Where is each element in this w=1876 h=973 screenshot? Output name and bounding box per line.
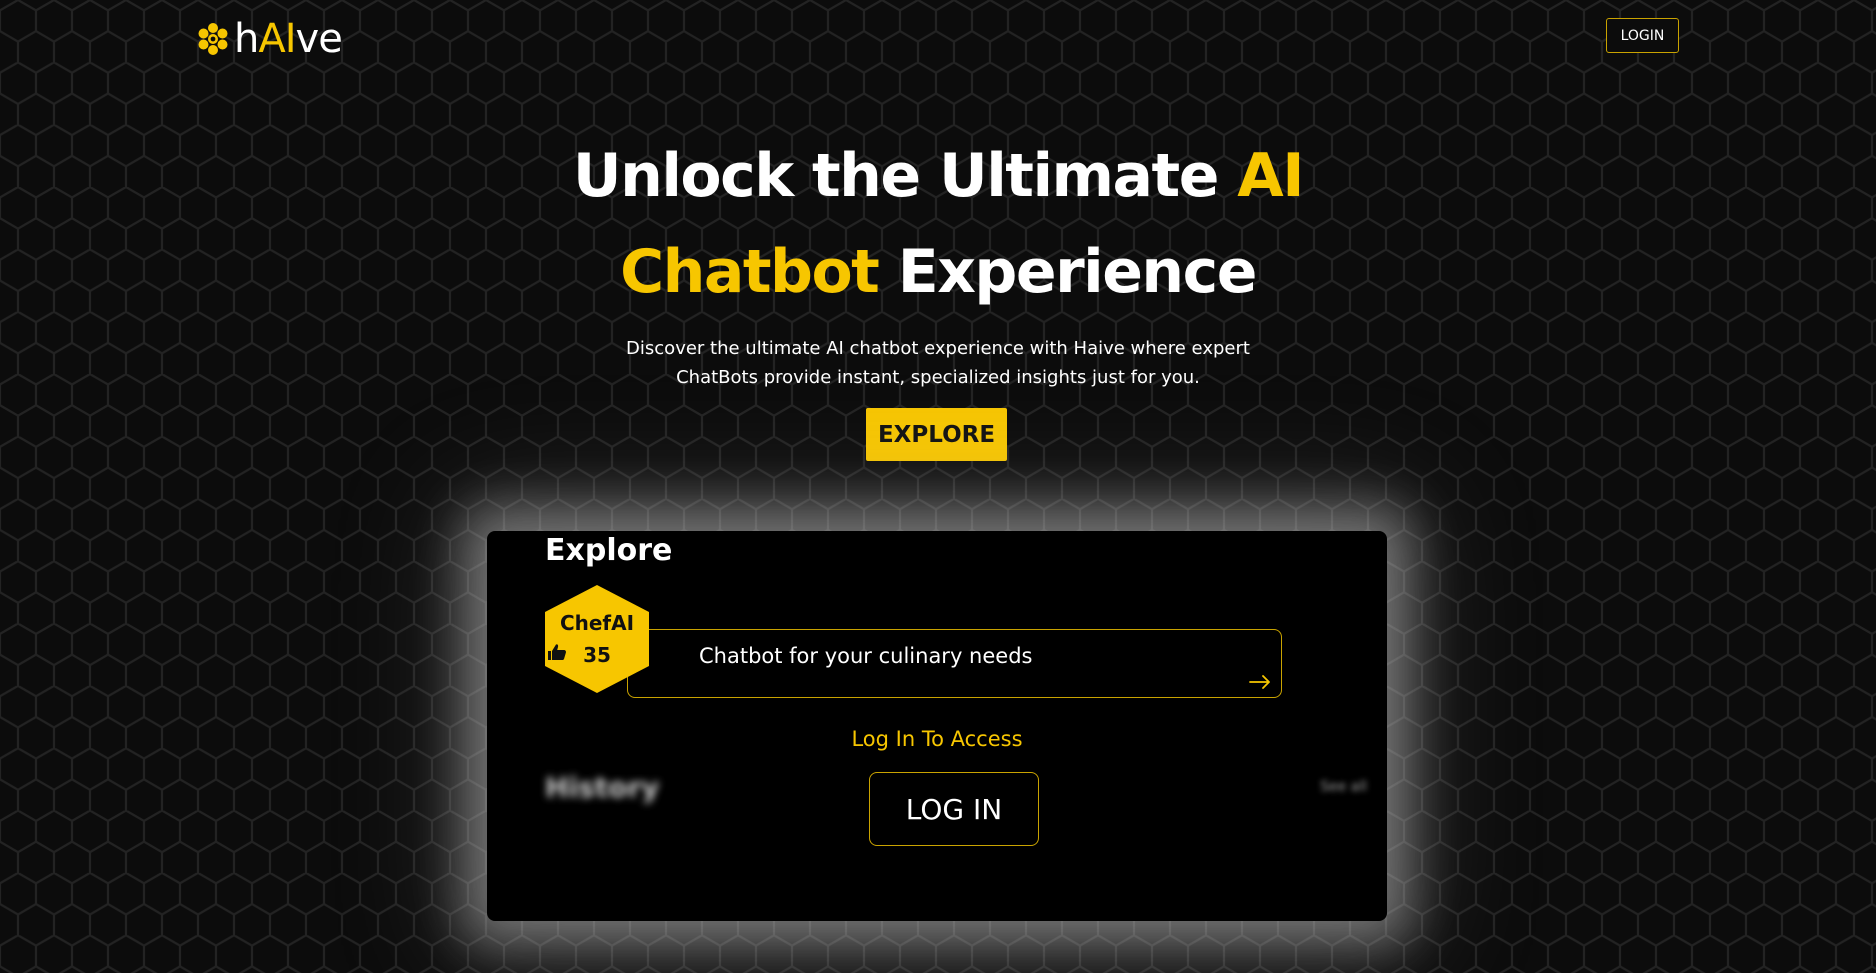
explore-panel: Explore Chatbot for your culinary needs …: [487, 531, 1387, 921]
landing-page: hAIve LOGIN Unlock the Ultimate AI Chatb…: [0, 0, 1876, 973]
hero-title-part1: Unlock the Ultimate: [572, 141, 1238, 211]
chatbot-name: ChefAI: [559, 611, 635, 635]
chatbot-likes: 35: [545, 643, 649, 667]
hero-title-line1: Unlock the Ultimate AI: [0, 128, 1876, 224]
header-login-button[interactable]: LOGIN: [1606, 18, 1679, 53]
see-all-link[interactable]: See all: [1320, 779, 1367, 795]
logo-text: hAIve: [234, 16, 343, 62]
likes-count: 35: [583, 643, 611, 667]
hero-title: Unlock the Ultimate AI Chatbot Experienc…: [0, 128, 1876, 320]
logo[interactable]: hAIve: [196, 14, 343, 64]
chatbot-hex-badge[interactable]: ChefAI 35: [545, 585, 649, 693]
chatbot-card[interactable]: Chatbot for your culinary needs: [627, 629, 1282, 698]
thumbs-up-icon: [548, 644, 566, 660]
hero-subtitle: Discover the ultimate AI chatbot experie…: [0, 334, 1876, 392]
panel-login-button[interactable]: LOG IN: [869, 772, 1039, 846]
hero-title-highlight-chatbot: Chatbot: [620, 237, 880, 307]
hero-title-line2: Chatbot Experience: [0, 224, 1876, 320]
hexagon-shape: [545, 585, 649, 693]
logo-highlight: AI: [258, 16, 296, 62]
history-heading: History: [545, 771, 660, 804]
chatbot-description: Chatbot for your culinary needs: [699, 644, 1033, 668]
login-to-access-text: Log In To Access: [851, 727, 1023, 751]
explore-button[interactable]: EXPLORE: [866, 408, 1007, 461]
logo-prefix: h: [234, 16, 259, 62]
logo-suffix: ve: [295, 16, 343, 62]
hero-subtitle-line2: ChatBots provide instant, specialized in…: [676, 367, 1200, 388]
arrow-right-icon[interactable]: [1249, 675, 1271, 689]
hero-title-part2: Experience: [878, 237, 1258, 307]
hero-title-highlight-ai: AI: [1237, 141, 1304, 211]
explore-title: Explore: [545, 533, 673, 568]
honeycomb-flower-icon: [198, 23, 228, 55]
hero-subtitle-line1: Discover the ultimate AI chatbot experie…: [626, 338, 1250, 359]
